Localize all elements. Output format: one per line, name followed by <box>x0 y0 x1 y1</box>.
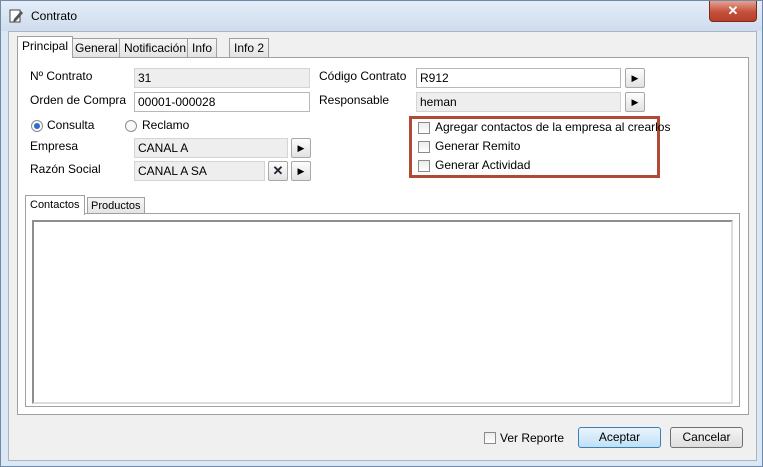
arrow-right-icon: ▶ <box>297 166 305 176</box>
generar-actividad-checkbox[interactable] <box>418 160 430 172</box>
codigo-contrato-arrow-button[interactable]: ▶ <box>625 68 645 88</box>
reclamo-label: Reclamo <box>142 118 190 132</box>
tab-info-2[interactable]: Info 2 <box>229 38 270 57</box>
tab-notificacion[interactable]: Notificación <box>119 38 192 57</box>
generar-remito-checkbox[interactable] <box>418 141 430 153</box>
ver-reporte-checkbox[interactable] <box>484 432 496 444</box>
tab-general[interactable]: General <box>70 38 123 57</box>
empresa-label: Empresa <box>30 139 79 153</box>
edit-document-icon <box>9 9 23 23</box>
razon-social-label: Razón Social <box>30 162 101 176</box>
clear-icon: ✕ <box>272 163 284 178</box>
tab-principal[interactable]: Principal <box>17 36 74 58</box>
orden-compra-label: Orden de Compra <box>30 93 127 107</box>
consulta-radio[interactable] <box>31 120 43 132</box>
generar-actividad-label: Generar Actividad <box>435 158 531 172</box>
empresa-arrow-button[interactable]: ▶ <box>291 138 311 158</box>
responsable-label: Responsable <box>319 93 390 107</box>
nro-contrato-label: Nº Contrato <box>30 69 93 83</box>
razon-social-field[interactable]: CANAL A SA <box>134 161 265 181</box>
responsable-arrow-button[interactable]: ▶ <box>625 92 645 112</box>
arrow-right-icon: ▶ <box>297 143 305 153</box>
tab-productos[interactable]: Productos <box>87 197 145 214</box>
consulta-label: Consulta <box>47 118 95 132</box>
arrow-right-icon: ▶ <box>631 73 639 83</box>
nro-contrato-field[interactable]: 31 <box>134 68 310 88</box>
empresa-field[interactable]: CANAL A <box>134 138 288 158</box>
orden-compra-field[interactable]: 00001-000028 <box>134 92 310 112</box>
codigo-contrato-field[interactable]: R912 <box>416 68 621 88</box>
razon-social-clear-button[interactable]: ✕ <box>268 161 288 181</box>
generar-remito-label: Generar Remito <box>435 139 521 153</box>
aceptar-button[interactable]: Aceptar <box>578 427 661 448</box>
responsable-field[interactable]: heman <box>416 92 621 112</box>
tab-info[interactable]: Info <box>187 38 218 57</box>
codigo-contrato-label: Código Contrato <box>319 69 407 83</box>
arrow-right-icon: ▶ <box>631 97 639 107</box>
ver-reporte-label: Ver Reporte <box>500 431 565 445</box>
tab-contactos[interactable]: Contactos <box>25 195 85 215</box>
title-bar[interactable]: Contrato ✕ <box>1 1 762 31</box>
cancelar-button[interactable]: Cancelar <box>670 427 743 448</box>
reclamo-radio[interactable] <box>125 120 137 132</box>
razon-social-arrow-button[interactable]: ▶ <box>291 161 311 181</box>
agregar-contactos-label: Agregar contactos de la empresa al crear… <box>435 120 671 134</box>
contactos-list[interactable] <box>32 220 733 404</box>
window-title: Contrato <box>31 9 78 23</box>
agregar-contactos-checkbox[interactable] <box>418 122 430 134</box>
close-button[interactable]: ✕ <box>709 1 757 22</box>
